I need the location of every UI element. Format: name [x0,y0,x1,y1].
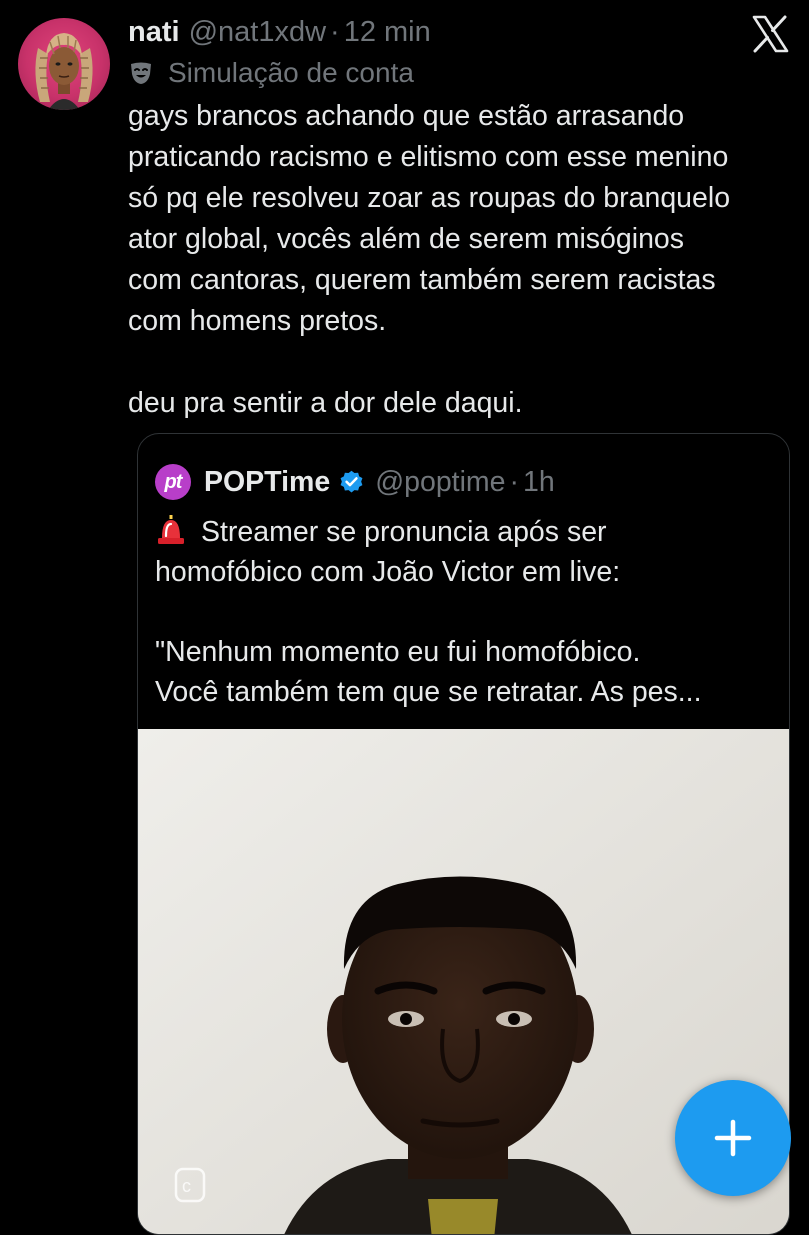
author-avatar-image [35,33,93,110]
account-label-text: Simulação de conta [168,57,414,88]
quoted-text-line: "Nenhum momento eu fui homofóbico. [155,636,641,668]
tweet-text-line: gays brancos achando que estão arrasando [128,100,685,132]
tweet-text-line: só pq ele resolveu zoar as roupas do bra… [128,182,731,214]
quoted-author-handle[interactable]: @poptime [375,466,505,499]
quoted-author-avatar[interactable]: pt [155,464,191,500]
quoted-meta-separator: · [509,465,520,498]
parody-mask-icon [128,60,154,86]
compose-button[interactable] [675,1080,791,1196]
author-display-name[interactable]: nati [128,16,180,49]
tweet-time[interactable]: 12 min [344,16,431,49]
verified-badge-icon [338,469,365,496]
quoted-tweet-header: pt POPTime @poptime · 1h [155,462,555,502]
quoted-tweet-time[interactable]: 1h [523,466,555,499]
tweet: nati @nat1xdw · 12 min Simulação de cont… [0,0,809,1235]
meta-separator: · [330,15,340,48]
svg-text:c: c [182,1176,191,1196]
account-label: Simulação de conta [128,55,414,91]
author-avatar[interactable] [18,18,110,110]
tweet-text-line: praticando racismo e elitismo com esse m… [128,141,729,173]
siren-icon [155,514,187,546]
x-logo-icon[interactable] [750,14,790,54]
quoted-author-name[interactable]: POPTime [204,466,330,499]
author-handle[interactable]: @nat1xdw [189,16,326,49]
tweet-text: gays brancos achando que estão arrasando… [128,96,778,424]
quoted-text-line-0: Streamer se pronuncia após ser [201,516,607,548]
plus-icon [714,1119,752,1157]
tweet-text-line: ator global, vocês além de serem misógin… [128,223,685,255]
quoted-text-line: Você também tem que se retratar. As pes.… [155,676,702,708]
tweet-text-line: deu pra sentir a dor dele daqui. [128,387,523,419]
quoted-tweet-text: Streamer se pronuncia após ser homofóbic… [155,512,702,712]
quoted-text-line: homofóbico com João Victor em live: [155,556,621,588]
tweet-text-line: com homens pretos. [128,305,387,337]
quoted-text-line: Streamer se pronuncia após ser [155,512,702,552]
tweet-header: nati @nat1xdw · 12 min [128,14,431,50]
tweet-text-line: com cantoras, querem também serem racist… [128,264,716,296]
